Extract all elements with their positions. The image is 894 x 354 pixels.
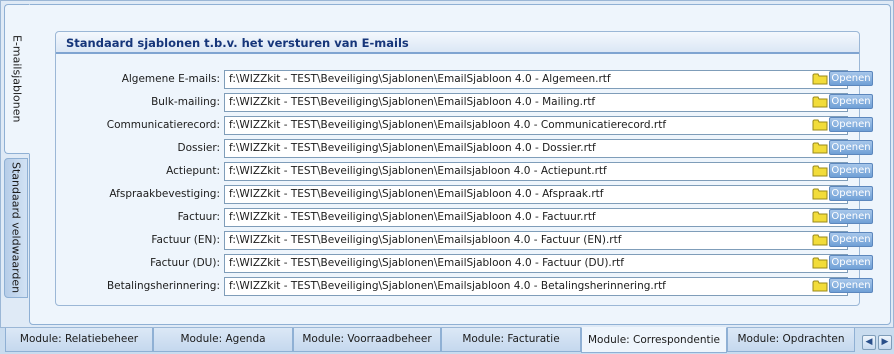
template-row-label: Communicatierecord: bbox=[106, 119, 220, 131]
template-row: Dossier: f:\WIZZkit - TEST\Beveiliging\Sj… bbox=[56, 139, 873, 158]
folder-icon[interactable] bbox=[812, 72, 828, 85]
tab-email-templates-label: E-mailsjablonen bbox=[10, 35, 24, 123]
template-row: Bulk-mailing: f:\WIZZkit - TEST\Beveiligi… bbox=[56, 93, 873, 112]
template-row: Betalingsherinnering: f:\WIZZkit - TEST\B… bbox=[56, 277, 873, 296]
open-button[interactable]: Openen bbox=[829, 255, 873, 270]
module-tab[interactable]: Module: Relatiebeheer bbox=[5, 328, 153, 352]
tab-page-email-templates: Standaard sjablonen t.b.v. het versturen… bbox=[29, 4, 891, 325]
folder-icon[interactable] bbox=[812, 279, 828, 292]
template-row: Factuur (EN): f:\WIZZkit - TEST\Beveiligi… bbox=[56, 231, 873, 250]
template-path-field[interactable]: f:\WIZZkit - TEST\Beveiliging\Sjablonen\… bbox=[224, 185, 848, 204]
template-path-field[interactable]: f:\WIZZkit - TEST\Beveiliging\Sjablonen\… bbox=[224, 70, 848, 89]
template-row-label: Bulk-mailing: bbox=[151, 96, 220, 108]
template-row-label: Actiepunt: bbox=[166, 165, 220, 177]
folder-icon[interactable] bbox=[812, 210, 828, 223]
folder-icon[interactable] bbox=[812, 164, 828, 177]
module-tab[interactable]: Module: Voorraadbeheer bbox=[293, 328, 441, 352]
template-row-label: Factuur (DU): bbox=[150, 257, 220, 269]
folder-icon[interactable] bbox=[812, 141, 828, 154]
template-row-label: Betalingsherinnering: bbox=[106, 280, 220, 292]
folder-icon[interactable] bbox=[812, 118, 828, 131]
folder-icon[interactable] bbox=[812, 233, 828, 246]
open-button[interactable]: Openen bbox=[829, 209, 873, 224]
template-row: Factuur: f:\WIZZkit - TEST\Beveiliging\Sj… bbox=[56, 208, 873, 227]
email-templates-group: Standaard sjablonen t.b.v. het versturen… bbox=[55, 31, 873, 306]
folder-icon[interactable] bbox=[812, 187, 828, 200]
template-path-field[interactable]: f:\WIZZkit - TEST\Beveiliging\Sjablonen\… bbox=[224, 277, 848, 296]
open-button[interactable]: Openen bbox=[829, 117, 873, 132]
template-path-field[interactable]: f:\WIZZkit - TEST\Beveiliging\Sjablonen\… bbox=[224, 93, 848, 112]
open-button[interactable]: Openen bbox=[829, 140, 873, 155]
tab-default-field-values[interactable]: Standaard veldwaarden bbox=[4, 158, 28, 298]
module-tab[interactable]: Module: Agenda bbox=[153, 328, 293, 352]
open-button[interactable]: Openen bbox=[829, 94, 873, 109]
template-row: Afspraakbevestiging: f:\WIZZkit - TEST\Be… bbox=[56, 185, 873, 204]
template-path-field[interactable]: f:\WIZZkit - TEST\Beveiliging\Sjablonen\… bbox=[224, 162, 848, 181]
open-button[interactable]: Openen bbox=[829, 232, 873, 247]
module-tab[interactable]: Module: Facturatie bbox=[441, 328, 581, 352]
template-path-field[interactable]: f:\WIZZkit - TEST\Beveiliging\Sjablonen\… bbox=[224, 208, 848, 227]
tab-email-templates[interactable]: E-mailsjablonen bbox=[4, 4, 30, 154]
open-button[interactable]: Openen bbox=[829, 71, 873, 86]
folder-icon[interactable] bbox=[812, 256, 828, 269]
open-button[interactable]: Openen bbox=[829, 278, 873, 293]
chevron-left-icon[interactable]: ◀ bbox=[862, 335, 876, 350]
group-title: Standaard sjablonen t.b.v. het versturen… bbox=[56, 32, 859, 54]
module-tab-strip: Module: Relatiebeheer Module: Agenda Modul… bbox=[0, 327, 894, 354]
template-row: Communicatierecord: f:\WIZZkit - TEST\Bev… bbox=[56, 116, 873, 135]
main-window: E-mailsjablonen Standaard veldwaarden St… bbox=[0, 0, 894, 328]
open-button[interactable]: Openen bbox=[829, 163, 873, 178]
template-row: Algemene E-mails: f:\WIZZkit - TEST\Bevei… bbox=[56, 70, 873, 89]
folder-icon[interactable] bbox=[812, 95, 828, 108]
module-tab[interactable]: Module: Correspondentie bbox=[581, 327, 727, 353]
template-path-field[interactable]: f:\WIZZkit - TEST\Beveiliging\Sjablonen\… bbox=[224, 116, 848, 135]
template-row-label: Factuur: bbox=[177, 211, 220, 223]
module-tab[interactable]: Module: Opdrachten bbox=[727, 328, 855, 352]
template-row-label: Afspraakbevestiging: bbox=[109, 188, 220, 200]
template-row-label: Factuur (EN): bbox=[151, 234, 220, 246]
template-path-field[interactable]: f:\WIZZkit - TEST\Beveiliging\Sjablonen\… bbox=[224, 254, 848, 273]
template-row: Actiepunt: f:\WIZZkit - TEST\Beveiliging\… bbox=[56, 162, 873, 181]
template-row-label: Algemene E-mails: bbox=[121, 73, 220, 85]
chevron-right-icon[interactable]: ▶ bbox=[878, 335, 892, 350]
template-path-field[interactable]: f:\WIZZkit - TEST\Beveiliging\Sjablonen\… bbox=[224, 139, 848, 158]
template-path-field[interactable]: f:\WIZZkit - TEST\Beveiliging\Sjablonen\… bbox=[224, 231, 848, 250]
tab-default-field-values-label: Standaard veldwaarden bbox=[9, 162, 23, 294]
open-button[interactable]: Openen bbox=[829, 186, 873, 201]
template-row: Factuur (DU): f:\WIZZkit - TEST\Beveiligi… bbox=[56, 254, 873, 273]
template-row-label: Dossier: bbox=[177, 142, 221, 154]
